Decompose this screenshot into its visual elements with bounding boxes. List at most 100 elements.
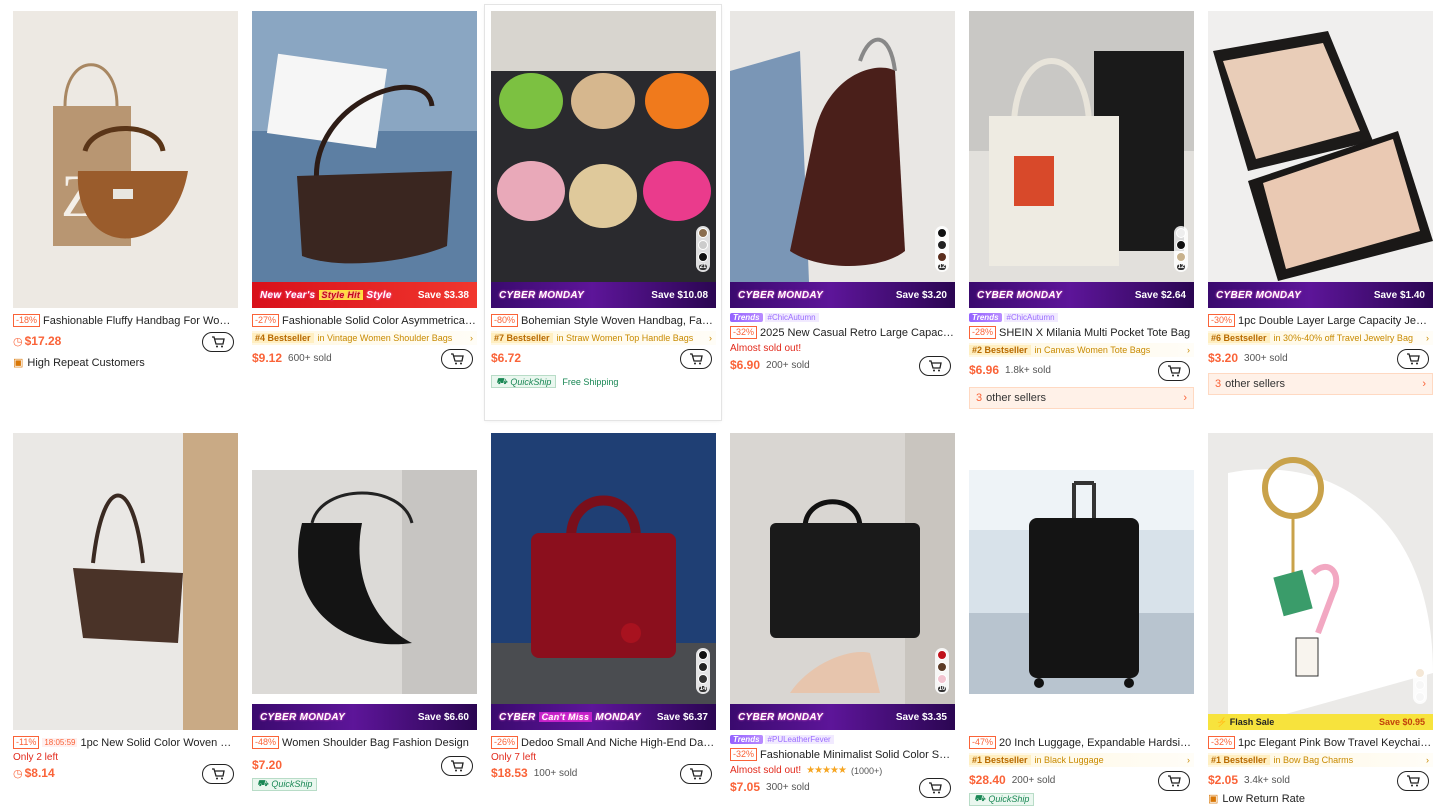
add-to-cart-button[interactable]: [441, 349, 473, 369]
trend-tag[interactable]: Trends #ChicAutumn: [730, 312, 955, 323]
product-title[interactable]: -32% 2025 New Casual Retro Large Capacit…: [730, 325, 955, 340]
product-title[interactable]: -48% Women Shoulder Bag Fashion Design: [252, 735, 477, 750]
product-image[interactable]: 21 CYBER MONDAY Save $10.08: [491, 11, 716, 308]
quickship-badge: ⛟ QuickShip: [491, 375, 557, 388]
add-to-cart-button[interactable]: [202, 332, 234, 352]
price: $28.40: [969, 773, 1006, 787]
discount-badge: -47%: [969, 736, 997, 749]
add-to-cart-button[interactable]: [1158, 771, 1190, 791]
product-title[interactable]: -28% SHEIN X Milania Multi Pocket Tote B…: [969, 325, 1194, 340]
color-swatches[interactable]: 21: [696, 226, 710, 272]
bestseller-row[interactable]: #6 Bestseller in 30%-40% off Travel Jewe…: [1208, 331, 1433, 345]
add-to-cart-button[interactable]: [1397, 349, 1429, 369]
product-card[interactable]: 12 CYBER MONDAY Save $2.64 Trends #ChicA…: [969, 11, 1194, 409]
product-image[interactable]: 10 CYBER MONDAY Save $3.35: [730, 433, 955, 730]
add-to-cart-button[interactable]: [202, 764, 234, 784]
product-card[interactable]: 12 CYBER MONDAY Save $3.20 Trends #ChicA…: [730, 11, 955, 376]
stock-status: Almost sold out!: [730, 343, 802, 354]
product-card[interactable]: ⚡ Flash Sale Save $0.95 -32% 1pc Elegant…: [1208, 433, 1433, 805]
add-to-cart-button[interactable]: [919, 356, 951, 376]
product-card[interactable]: -47% 20 Inch Luggage, Expandable Hardsid…: [969, 433, 1194, 806]
product-image[interactable]: ⚡ Flash Sale Save $0.95: [1208, 433, 1433, 730]
tote-bag-photo: [969, 11, 1194, 308]
promo-banner: CYBER MONDAY Save $6.60: [252, 704, 477, 730]
color-swatches[interactable]: 12: [1174, 226, 1188, 272]
price: $3.20: [1208, 351, 1239, 365]
price: $8.14: [24, 766, 55, 780]
add-to-cart-button[interactable]: [919, 778, 951, 798]
add-to-cart-button[interactable]: [1158, 361, 1190, 381]
product-title[interactable]: -32% Fashionable Minimalist Solid Color …: [730, 747, 955, 762]
product-image[interactable]: Z: [13, 11, 238, 308]
color-swatches[interactable]: [1413, 666, 1427, 704]
product-title[interactable]: -30% 1pc Double Layer Large Capacity Jew…: [1208, 313, 1433, 328]
sold-count: 100+ sold: [533, 767, 578, 779]
truck-icon: ⛟: [257, 778, 269, 788]
promo-banner: New Year's Style Hit Style Save $3.38: [252, 282, 477, 308]
product-image[interactable]: 12 CYBER MONDAY Save $2.64: [969, 11, 1194, 308]
save-amount: Save $3.35: [895, 711, 947, 723]
bestseller-row[interactable]: #7 Bestseller in Straw Women Top Handle …: [491, 331, 716, 345]
quickship-badge: ⛟ QuickShip: [252, 777, 318, 791]
product-card[interactable]: CYBER MONDAY Save $1.40 -30% 1pc Double …: [1208, 11, 1433, 395]
handbag-photo: Z: [13, 11, 238, 308]
discount-badge: -28%: [969, 326, 997, 339]
product-image[interactable]: 14 CYBER Can't Miss MONDAY Save $6.37: [491, 433, 716, 730]
product-image[interactable]: CYBER MONDAY Save $1.40: [1208, 11, 1433, 308]
store-icon: ▣: [1208, 793, 1219, 805]
add-to-cart-button[interactable]: [1397, 771, 1429, 791]
color-swatches[interactable]: 14: [696, 648, 710, 694]
cart-icon: [929, 360, 942, 372]
cart-icon: [212, 336, 225, 348]
product-card[interactable]: 21 CYBER MONDAY Save $10.08 -80% Bohemia…: [484, 4, 722, 421]
price: $6.72: [491, 351, 522, 365]
price: $17.28: [24, 334, 62, 348]
cart-icon: [212, 768, 225, 780]
chevron-right-icon: ›: [1422, 378, 1426, 390]
product-image[interactable]: [13, 433, 238, 730]
crescent-bag-photo: [252, 433, 477, 730]
product-image[interactable]: New Year's Style Hit Style Save $3.38: [252, 11, 477, 308]
product-card[interactable]: -11% 18:05:59 1pc New Solid Color Woven …: [13, 433, 238, 784]
sold-count: 200+ sold: [766, 359, 810, 371]
product-title[interactable]: -32% 1pc Elegant Pink Bow Travel Keychai…: [1208, 735, 1433, 750]
color-swatches[interactable]: 12: [935, 226, 949, 272]
trend-tag[interactable]: Trends #ChicAutumn: [969, 312, 1194, 323]
promo-banner: CYBER MONDAY Save $10.08: [491, 282, 716, 308]
product-title[interactable]: -26% Dedoo Small And Niche High-End Daif…: [491, 735, 716, 750]
add-to-cart-button[interactable]: [680, 349, 712, 369]
bestseller-row[interactable]: #1 Bestseller in Bow Bag Charms ›: [1208, 753, 1433, 767]
color-swatches[interactable]: 10: [935, 648, 949, 694]
product-image[interactable]: CYBER MONDAY Save $6.60: [252, 433, 477, 730]
add-to-cart-button[interactable]: [680, 764, 712, 784]
price: $6.96: [969, 363, 1000, 377]
product-image[interactable]: 12 CYBER MONDAY Save $3.20: [730, 11, 955, 308]
trend-tag[interactable]: Trends #PULeatherFever: [730, 734, 955, 745]
price: $2.05: [1208, 773, 1239, 787]
other-sellers-button[interactable]: 3 other sellers ›: [969, 387, 1194, 409]
product-card[interactable]: New Year's Style Hit Style Save $3.38 -2…: [252, 11, 477, 369]
cart-icon: [1168, 775, 1181, 787]
product-card[interactable]: 10 CYBER MONDAY Save $3.35 Trends #PULea…: [730, 433, 955, 798]
bestseller-row[interactable]: #1 Bestseller in Black Luggage ›: [969, 753, 1194, 767]
product-title[interactable]: -27% Fashionable Solid Color Asymmetrica…: [252, 313, 477, 328]
discount-badge: -30%: [1208, 314, 1236, 327]
product-title[interactable]: -47% 20 Inch Luggage, Expandable Hardsid…: [969, 735, 1194, 750]
chevron-right-icon: ›: [1187, 345, 1190, 355]
sold-count: 3.4k+ sold: [1244, 774, 1290, 786]
price: $6.90: [730, 358, 761, 372]
product-title[interactable]: -11% 18:05:59 1pc New Solid Color Woven …: [13, 735, 238, 750]
product-card[interactable]: 14 CYBER Can't Miss MONDAY Save $6.37 -2…: [491, 433, 716, 784]
stock-status: Only 7 left: [491, 752, 537, 763]
add-to-cart-button[interactable]: [441, 756, 473, 776]
product-title[interactable]: -80% Bohemian Style Woven Handbag, Fashi…: [491, 313, 716, 328]
product-image[interactable]: [969, 433, 1194, 730]
product-card[interactable]: Z -18% Fashionable Fluffy Handbag For Wo…: [13, 11, 238, 369]
product-title[interactable]: -18% Fashionable Fluffy Handbag For Wome…: [13, 313, 238, 328]
other-sellers-button[interactable]: 3 other sellers ›: [1208, 373, 1433, 395]
product-card[interactable]: CYBER MONDAY Save $6.60 -48% Women Shoul…: [252, 433, 477, 791]
discount-badge: -48%: [252, 736, 280, 749]
chevron-right-icon: ›: [1426, 755, 1429, 765]
bestseller-row[interactable]: #4 Bestseller in Vintage Women Shoulder …: [252, 331, 477, 345]
bestseller-row[interactable]: #2 Bestseller in Canvas Women Tote Bags …: [969, 343, 1194, 357]
